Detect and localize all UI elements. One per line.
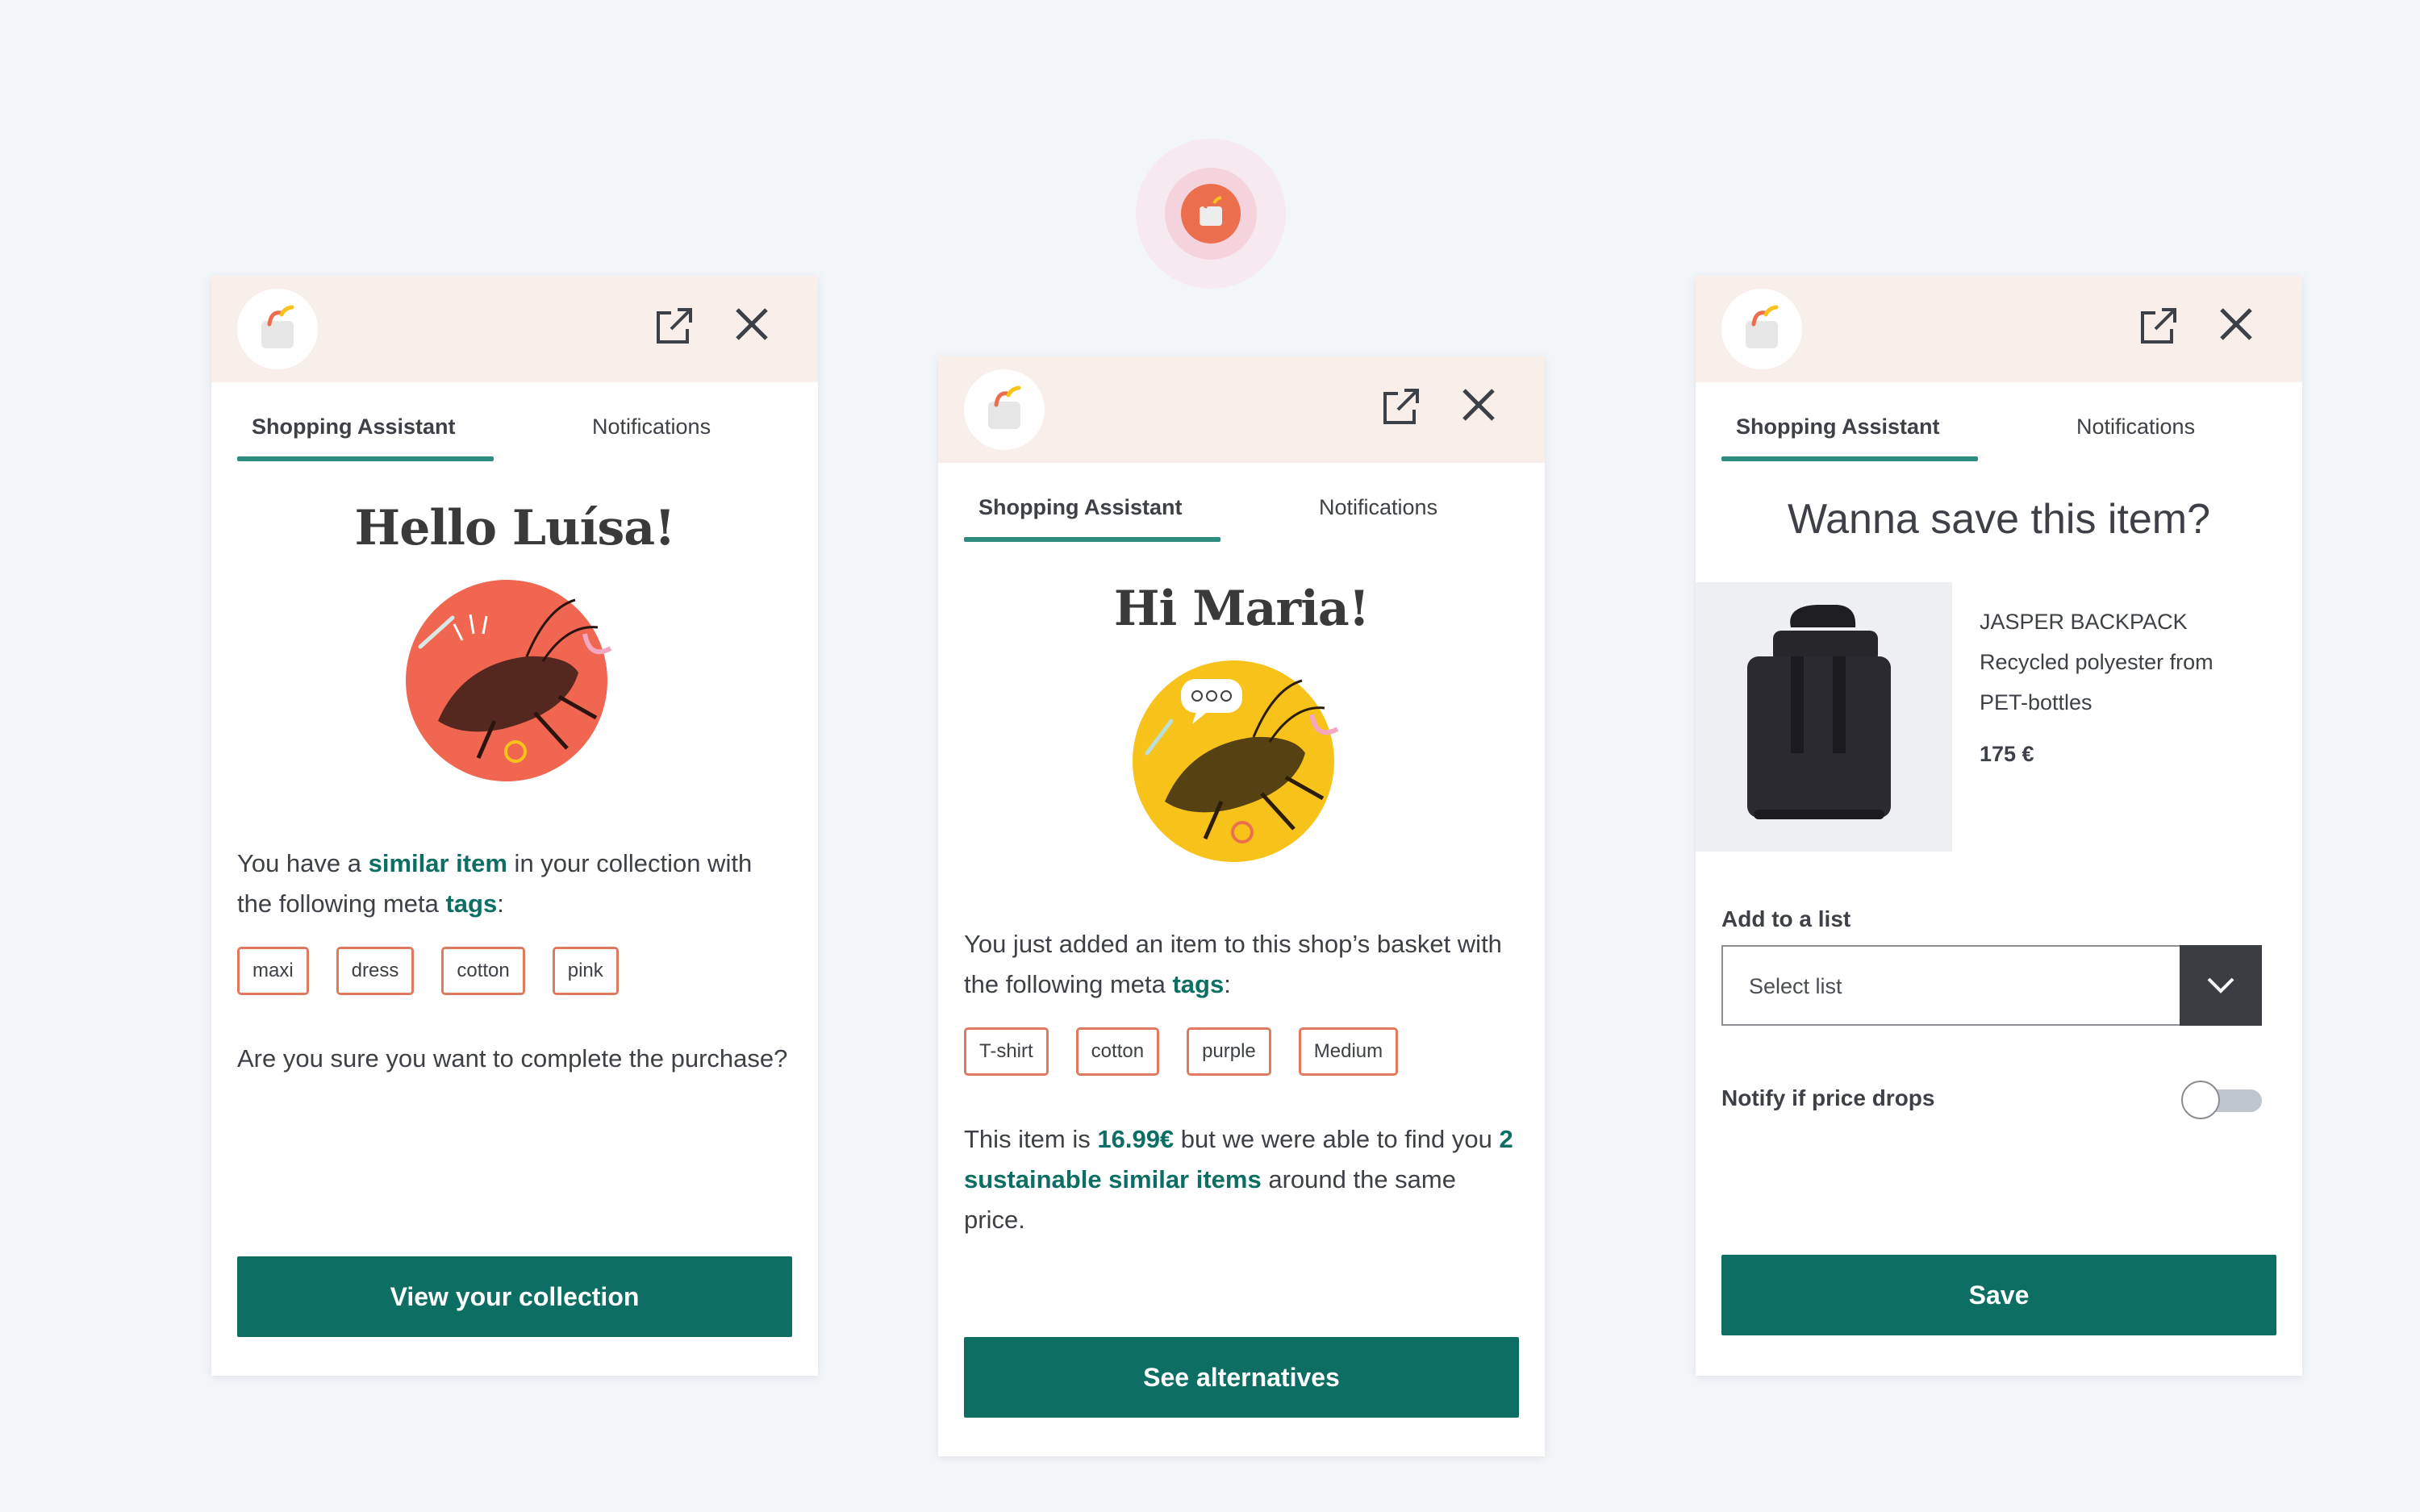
meta-tag[interactable]: purple [1187,1027,1271,1076]
brand-logo [1721,289,1802,369]
list-select[interactable]: Select list [1721,945,2262,1026]
save-item-title: Wanna save this item? [1787,496,2211,543]
meta-tag[interactable]: maxi [237,947,309,995]
cricket-illustration [406,580,612,781]
active-tab-indicator [237,456,494,461]
basket-message: You just added an item to this shop’s ba… [938,924,1545,1005]
toggle-knob [2181,1081,2220,1119]
meta-tag[interactable]: dress [336,947,415,995]
shopping-bag-logo-icon [988,385,1021,429]
select-dropdown-button[interactable] [2180,945,2262,1026]
tab-shopping-assistant[interactable]: Shopping Assistant [252,414,456,439]
tags-link[interactable]: tags [1172,970,1224,998]
tab-shopping-assistant[interactable]: Shopping Assistant [978,495,1183,520]
product-material: Recycled polyester from [1980,650,2213,674]
message-text: : [1224,970,1231,998]
meta-tag[interactable]: T-shirt [964,1027,1049,1076]
external-link-icon[interactable] [2138,305,2180,347]
product-name: JASPER BACKPACK [1980,610,2188,634]
message-text: but we were able to find you [1174,1125,1500,1153]
card-header [938,356,1545,463]
product-material: PET-bottles [1980,690,2092,714]
greeting-title: Hello Luísa! [354,500,676,556]
external-link-icon[interactable] [1380,385,1422,427]
product-image [1696,582,1952,852]
shopping-bag-logo-icon [1200,196,1222,226]
view-collection-button[interactable]: View your collection [237,1256,792,1337]
active-tab-indicator [1721,456,1978,461]
similar-item-link[interactable]: similar item [369,849,507,877]
tab-notifications[interactable]: Notifications [1319,495,1437,520]
product-price: 175 € [1980,742,2034,766]
add-to-list-label: Add to a list [1721,906,1851,931]
meta-tag[interactable]: pink [552,947,619,995]
tab-notifications[interactable]: Notifications [592,414,711,439]
meta-tag[interactable]: Medium [1298,1027,1399,1076]
message-text: : [497,889,504,918]
card-header [1696,276,2302,382]
launcher-core [1181,184,1241,244]
greeting-title: Hi Maria! [1113,581,1370,637]
assistant-card-save-item: Shopping Assistant Notifications Wanna s… [1696,276,2302,1376]
select-placeholder: Select list [1749,974,1842,998]
message-text: You have a [237,849,369,877]
purchase-question: Are you sure you want to complete the pu… [237,1044,788,1073]
save-button[interactable]: Save [1721,1255,2276,1335]
assistant-card-collection: Shopping Assistant Notifications Hello L… [211,276,818,1376]
assistant-card-alternatives: Shopping Assistant Notifications Hi Mari… [938,356,1545,1456]
tab-bar: Shopping Assistant Notifications [938,463,1545,548]
meta-tag[interactable]: cotton [441,947,525,995]
cricket-illustration [1133,660,1339,862]
see-alternatives-button[interactable]: See alternatives [964,1337,1519,1418]
brand-logo [237,289,318,369]
notify-price-label: Notify if price drops [1721,1085,1935,1110]
tab-notifications[interactable]: Notifications [2076,414,2195,439]
price-drop-toggle[interactable] [2181,1079,2262,1119]
tags-link[interactable]: tags [445,889,497,918]
item-price: 16.99€ [1097,1125,1175,1153]
price-message: This item is 16.99€ but we were able to … [938,1119,1545,1240]
close-icon[interactable] [732,305,771,344]
message-text: This item is [964,1125,1098,1153]
tag-list: maxi dress cotton pink [211,947,818,995]
collection-message: You have a similar item in your collecti… [211,843,818,924]
close-icon[interactable] [1459,385,1498,424]
product-info: JASPER BACKPACK Recycled polyester from … [1952,582,2241,852]
shopping-bag-logo-icon [261,305,294,348]
backpack-image [1747,605,1891,819]
price-drop-row: Notify if price drops [1696,1071,2302,1168]
launcher-ring [1165,168,1257,260]
tab-bar: Shopping Assistant Notifications [1696,382,2302,468]
tab-shopping-assistant[interactable]: Shopping Assistant [1736,414,1940,439]
tag-list: T-shirt cotton purple Medium [938,1027,1545,1076]
assistant-launcher-button[interactable] [1136,139,1286,289]
card-header [211,276,818,382]
brand-logo [964,369,1045,450]
meta-tag[interactable]: cotton [1075,1027,1160,1076]
tab-bar: Shopping Assistant Notifications [211,382,818,468]
chevron-down-icon [2207,977,2234,993]
active-tab-indicator [964,537,1220,542]
close-icon[interactable] [2217,305,2255,344]
shopping-bag-logo-icon [1746,305,1779,348]
message-text: You just added an item to this shop’s ba… [964,930,1502,998]
product-summary: JASPER BACKPACK Recycled polyester from … [1696,582,2302,852]
external-link-icon[interactable] [653,305,695,347]
